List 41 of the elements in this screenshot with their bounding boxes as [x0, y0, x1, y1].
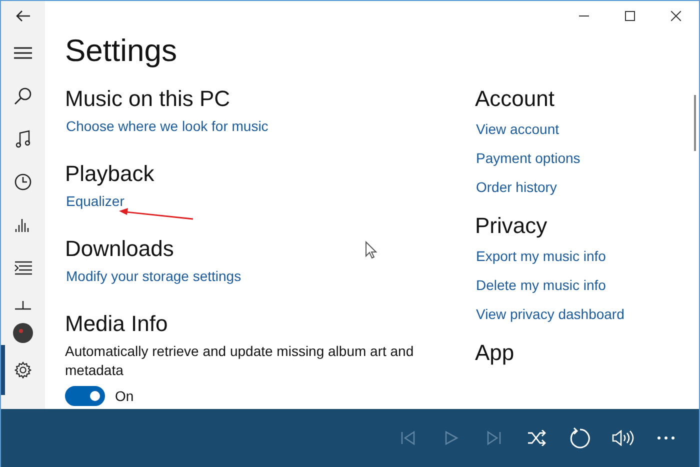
close-icon [671, 11, 681, 21]
settings-link[interactable]: View privacy dashboard [476, 306, 624, 322]
description-text: Automatically retrieve and update missing album art and metadata [65, 342, 415, 380]
next-icon [486, 430, 502, 446]
settings-link[interactable]: Payment options [476, 150, 580, 166]
maximize-icon [625, 11, 635, 21]
plus-icon [14, 300, 32, 310]
mouse-cursor-icon [365, 241, 377, 259]
more-icon [656, 436, 674, 440]
page-title: Settings [65, 32, 178, 70]
play-icon [442, 430, 458, 446]
repeat-icon [568, 427, 590, 449]
clock-icon [14, 172, 32, 190]
volume-icon [612, 430, 634, 446]
toggle-switch[interactable] [65, 386, 105, 406]
search-icon [14, 86, 32, 104]
settings-link[interactable]: Equalizer [66, 193, 124, 209]
settings-link[interactable]: Modify your storage settings [66, 268, 242, 284]
section-heading: Privacy [475, 212, 548, 240]
bars-icon [15, 216, 31, 232]
settings-icon [14, 361, 32, 379]
section-heading: Downloads [65, 235, 174, 263]
settings-link[interactable]: Export my music info [476, 248, 606, 264]
scrollbar[interactable] [694, 95, 696, 151]
section-heading: Playback [65, 160, 154, 188]
playlist-icon [14, 260, 32, 274]
menu-icon [13, 46, 33, 60]
back-icon [15, 8, 31, 24]
section-heading: Account [475, 85, 554, 113]
section-heading: Music on this PC [65, 85, 230, 113]
section-heading: Media Info [65, 310, 168, 338]
toggle-label: On [115, 388, 134, 404]
avatar-icon [13, 323, 33, 343]
section-heading: App [475, 339, 514, 367]
settings-link[interactable]: Choose where we look for music [66, 118, 268, 134]
shuffle-icon [526, 430, 546, 446]
previous-icon [400, 430, 416, 446]
settings-link[interactable]: Order history [476, 179, 557, 195]
settings-link[interactable]: View account [476, 121, 560, 137]
settings-link[interactable]: Delete my music info [476, 277, 606, 293]
music-note-icon [15, 130, 31, 148]
